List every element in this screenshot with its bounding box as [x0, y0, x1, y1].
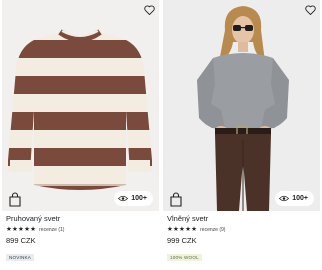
product-info: Pruhovaný svetr ★★★★★ recenze (1) 899 CZ…	[6, 214, 159, 264]
product-name[interactable]: Pruhovaný svetr	[6, 214, 159, 224]
review-count[interactable]: recenze (1)	[39, 226, 64, 234]
review-count[interactable]: recenze (9)	[200, 226, 225, 234]
product-rating: ★★★★★ recenze (1)	[6, 226, 159, 234]
view-count-badge: 100+	[275, 191, 314, 206]
view-count: 100+	[292, 195, 308, 202]
rating-stars: ★★★★★	[6, 226, 37, 233]
product-image[interactable]: 100+	[163, 0, 320, 211]
wishlist-heart-icon[interactable]	[142, 3, 156, 17]
view-count: 100+	[131, 195, 147, 202]
wishlist-heart-icon[interactable]	[303, 3, 317, 17]
product-price: 899 CZK	[6, 236, 36, 245]
eye-icon	[279, 195, 290, 202]
product-rating: ★★★★★ recenze (9)	[167, 226, 320, 234]
product-tag: NOVINKA	[6, 254, 35, 261]
striped-sweater-image	[2, 0, 159, 211]
product-tag: 100% WOOL	[167, 254, 202, 261]
shopping-bag-icon[interactable]	[169, 192, 183, 207]
product-image[interactable]: 100+	[2, 0, 159, 211]
product-card-wool-sweater[interactable]: 100+ Vlněný svetr ★★★★★ recenze (9) 999 …	[163, 0, 320, 270]
product-name[interactable]: Vlněný svetr	[167, 214, 320, 224]
product-price: 999 CZK	[167, 236, 197, 245]
view-count-badge: 100+	[114, 191, 153, 206]
product-info: Vlněný svetr ★★★★★ recenze (9) 999 CZK 1…	[167, 214, 320, 264]
shopping-bag-icon[interactable]	[8, 192, 22, 207]
eye-icon	[118, 195, 129, 202]
product-card-striped-sweater[interactable]: 100+ Pruhovaný svetr ★★★★★ recenze (1) 8…	[2, 0, 159, 270]
rating-stars: ★★★★★	[167, 226, 198, 233]
wool-sweater-model-image	[163, 0, 320, 211]
